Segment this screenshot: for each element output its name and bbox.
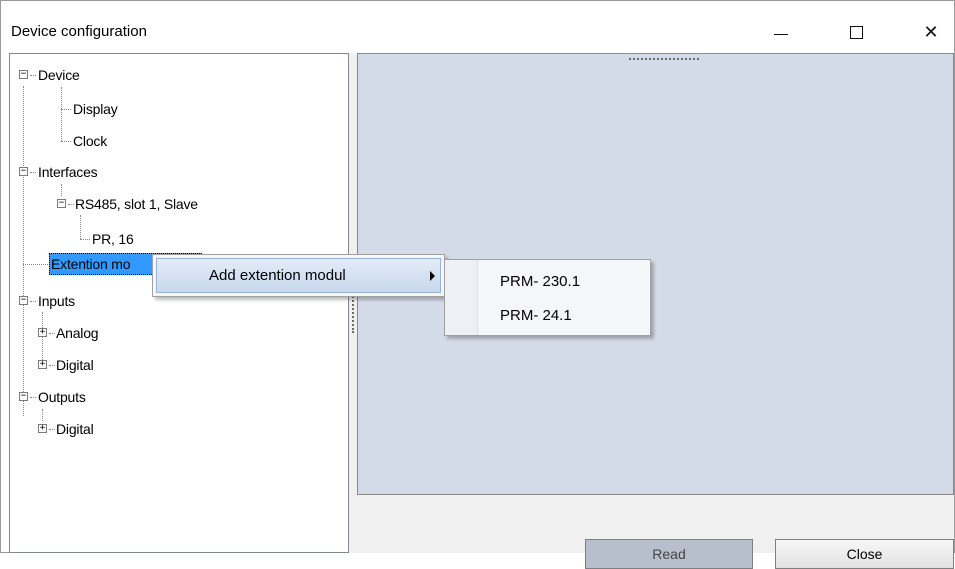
tree-connector [61,184,62,196]
collapse-icon[interactable]: − [57,199,66,208]
title-bar[interactable]: Device configuration ✕ [1,1,954,53]
add-extention-modul-menu-item[interactable]: Add extention modul [156,258,441,293]
tree-connector [61,87,62,141]
tree-connector [68,204,74,205]
tree-node-inputs-digital[interactable]: Digital [56,354,94,376]
tree-node-clock[interactable]: Clock [73,130,107,152]
expand-icon[interactable]: + [38,360,47,369]
submenu-item-prm-24-1[interactable]: PRM- 24.1 [500,304,572,328]
close-window-button[interactable]: ✕ [908,15,954,49]
menu-icon-gutter [445,260,478,335]
device-tree[interactable]: − Device Display Clock − Interfaces − RS… [9,53,349,553]
tree-connector [30,75,36,76]
minimize-button[interactable] [758,15,804,49]
maximize-icon [849,25,863,39]
device-configuration-window: Device configuration ✕ − Device Display … [0,0,955,569]
tree-connector [80,239,90,240]
tree-connector [23,86,24,416]
tree-connector [61,141,71,142]
horizontal-splitter-grip[interactable] [629,58,699,60]
close-icon: ✕ [923,21,939,42]
tree-node-outputs[interactable]: Outputs [38,386,86,408]
tree-connector [42,409,43,421]
collapse-icon[interactable]: − [19,70,28,79]
tree-connector [49,333,55,334]
menu-item-label: Add extention modul [209,267,346,284]
tree-node-extention-module[interactable]: Extention mo [51,253,131,275]
tree-connector [49,429,55,430]
tree-node-analog[interactable]: Analog [56,322,99,344]
expand-icon[interactable]: + [38,424,47,433]
collapse-icon[interactable]: − [19,167,28,176]
tree-connector [23,264,48,265]
collapse-icon[interactable]: − [19,296,28,305]
tree-node-pr16[interactable]: PR, 16 [92,228,134,250]
read-button[interactable]: Read [585,539,753,569]
tree-connector [30,172,36,173]
tree-connector [80,215,81,239]
close-button[interactable]: Close [775,539,954,569]
chevron-right-icon [430,271,435,281]
tree-node-device[interactable]: Device [38,64,80,86]
tree-node-interfaces[interactable]: Interfaces [38,161,98,183]
tree-node-display[interactable]: Display [73,98,118,120]
minimize-icon [774,33,788,35]
tree-node-inputs[interactable]: Inputs [38,290,75,312]
expand-icon[interactable]: + [38,328,47,337]
tree-connector [30,397,36,398]
window-title: Device configuration [11,23,147,40]
tree-context-menu: Add extention modul [152,254,445,297]
collapse-icon[interactable]: − [19,392,28,401]
tree-connector [61,109,71,110]
maximize-button[interactable] [833,15,879,49]
tree-node-outputs-digital[interactable]: Digital [56,418,94,440]
tree-connector [30,301,36,302]
tree-node-rs485[interactable]: RS485, slot 1, Slave [75,193,198,215]
extention-modul-submenu: PRM- 230.1 PRM- 24.1 [444,259,651,336]
tree-connector [49,365,55,366]
submenu-item-prm-230-1[interactable]: PRM- 230.1 [500,270,580,294]
